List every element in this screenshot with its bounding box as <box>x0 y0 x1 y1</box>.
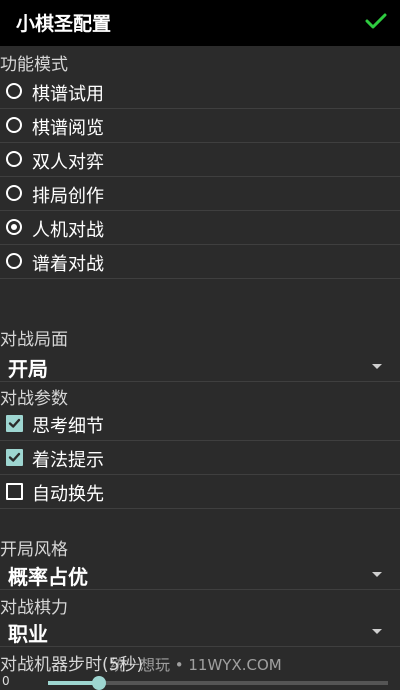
check-icon[interactable] <box>364 9 388 33</box>
radio-label: 棋谱阅览 <box>32 118 104 139</box>
radio-button[interactable] <box>6 219 22 235</box>
watermark: 统一想玩 • 11WYX.COM <box>110 656 282 674</box>
radio-option-2[interactable]: 双人对弈 <box>0 143 400 177</box>
radio-button[interactable] <box>6 83 22 99</box>
battle-params-header: 对战参数 <box>0 389 68 409</box>
checkbox[interactable] <box>6 449 23 466</box>
radio-button[interactable] <box>6 117 22 133</box>
board-position-header: 对战局面 <box>0 330 68 350</box>
radio-option-3[interactable]: 排局创作 <box>0 177 400 211</box>
page-title: 小棋圣配置 <box>16 13 112 35</box>
board-position-select[interactable]: 开局 <box>0 350 400 382</box>
radio-label: 棋谱试用 <box>32 84 104 105</box>
radio-label: 谱着对战 <box>32 254 104 275</box>
checkbox-label: 思考细节 <box>32 416 104 437</box>
checkmark-icon <box>8 418 21 428</box>
battle-strength-select[interactable]: 职业 <box>0 615 400 647</box>
checkbox-option-0[interactable]: 思考细节 <box>0 407 400 441</box>
slider-thumb[interactable] <box>92 676 106 690</box>
radio-option-0[interactable]: 棋谱试用 <box>0 75 400 109</box>
checkbox-label: 自动换先 <box>32 484 104 505</box>
dropdown-arrow-icon <box>372 629 382 634</box>
radio-button[interactable] <box>6 185 22 201</box>
radio-button[interactable] <box>6 151 22 167</box>
app-toolbar: 小棋圣配置 <box>0 0 400 46</box>
dropdown-arrow-icon <box>372 364 382 369</box>
radio-option-1[interactable]: 棋谱阅览 <box>0 109 400 143</box>
opening-style-value: 概率占优 <box>8 565 88 589</box>
board-position-value: 开局 <box>8 357 48 381</box>
radio-option-4[interactable]: 人机对战 <box>0 211 400 245</box>
checkmark-icon <box>8 452 21 462</box>
checkbox[interactable] <box>6 415 23 432</box>
opening-style-header: 开局风格 <box>0 540 68 560</box>
checkbox-option-1[interactable]: 着法提示 <box>0 441 400 475</box>
radio-label: 双人对弈 <box>32 152 104 173</box>
radio-label: 排局创作 <box>32 186 104 207</box>
battle-strength-value: 职业 <box>8 622 48 646</box>
checkbox[interactable] <box>6 483 23 500</box>
opening-style-select[interactable]: 概率占优 <box>0 558 400 590</box>
radio-button[interactable] <box>6 253 22 269</box>
dropdown-arrow-icon <box>372 572 382 577</box>
function-mode-header: 功能模式 <box>0 55 68 75</box>
radio-option-5[interactable]: 谱着对战 <box>0 245 400 279</box>
checkbox-option-2[interactable]: 自动换先 <box>0 475 400 509</box>
radio-label: 人机对战 <box>32 220 104 241</box>
checkbox-label: 着法提示 <box>32 450 104 471</box>
